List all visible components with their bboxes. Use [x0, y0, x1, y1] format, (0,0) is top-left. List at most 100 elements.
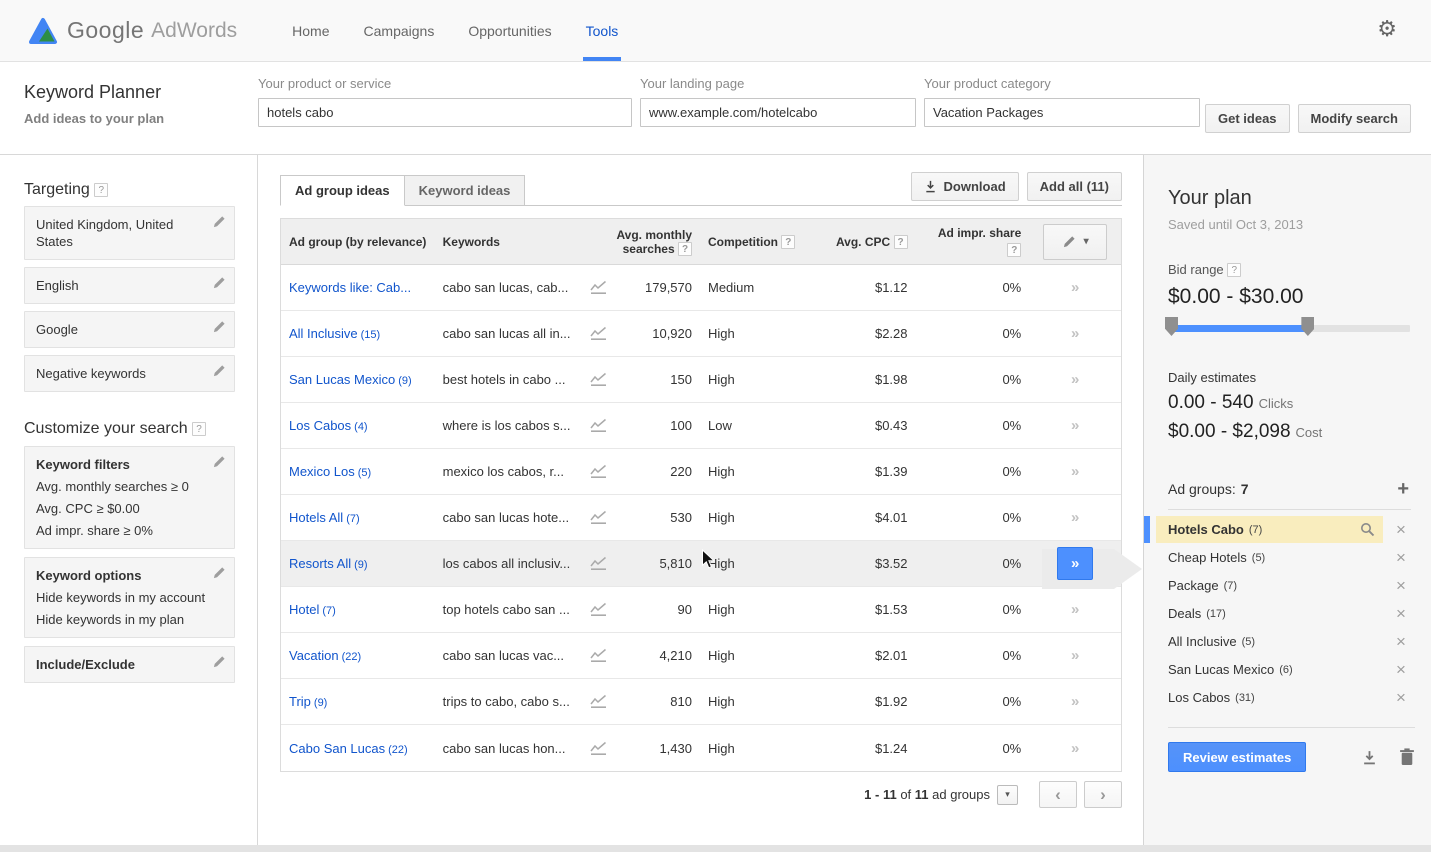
- bid-range-help-icon[interactable]: ?: [1227, 263, 1241, 277]
- plan-group-main[interactable]: Deals(17): [1156, 600, 1383, 627]
- competition-help-icon[interactable]: ?: [781, 235, 795, 249]
- table-row[interactable]: Hotels All(7)cabo san lucas hote...530Hi…: [281, 495, 1121, 541]
- ad-group-link[interactable]: Trip(9): [289, 694, 327, 709]
- gear-icon[interactable]: ⚙: [1377, 18, 1397, 40]
- pencil-icon[interactable]: [212, 364, 226, 378]
- customize-help-icon[interactable]: ?: [192, 422, 206, 436]
- plan-group-row[interactable]: Cheap Hotels(5)×: [1156, 544, 1411, 571]
- next-page-button[interactable]: ›: [1084, 781, 1122, 808]
- tab-keyword-ideas[interactable]: Keyword ideas: [405, 175, 526, 206]
- chart-icon[interactable]: [590, 741, 607, 756]
- add-to-plan-chevrons[interactable]: »: [1071, 417, 1079, 434]
- plan-group-main[interactable]: Cheap Hotels(5): [1156, 544, 1383, 571]
- chart-icon[interactable]: [590, 372, 607, 387]
- remove-group-icon[interactable]: ×: [1391, 577, 1411, 594]
- targeting-box[interactable]: United Kingdom, United States: [24, 206, 235, 260]
- slider-handle-min[interactable]: [1165, 317, 1178, 336]
- ad-group-link[interactable]: Mexico Los(5): [289, 464, 371, 479]
- download-button[interactable]: Download: [911, 172, 1019, 201]
- nav-item-tools[interactable]: Tools: [569, 0, 636, 61]
- targeting-box[interactable]: Google: [24, 311, 235, 348]
- product-service-input[interactable]: [258, 98, 632, 127]
- table-row[interactable]: Vacation(22)cabo san lucas vac...4,210Hi…: [281, 633, 1121, 679]
- remove-group-icon[interactable]: ×: [1391, 605, 1411, 622]
- table-row[interactable]: Mexico Los(5)mexico los cabos, r...220Hi…: [281, 449, 1121, 495]
- remove-group-icon[interactable]: ×: [1391, 633, 1411, 650]
- remove-group-icon[interactable]: ×: [1391, 661, 1411, 678]
- plan-group-row[interactable]: Los Cabos(31) ×: [1156, 684, 1411, 711]
- chart-icon[interactable]: [590, 280, 607, 295]
- pencil-icon[interactable]: [212, 215, 226, 229]
- adwords-logo[interactable]: Google AdWords: [28, 17, 237, 45]
- plan-group-row[interactable]: Package(7) ×: [1156, 572, 1411, 599]
- remove-group-icon[interactable]: ×: [1391, 521, 1411, 538]
- chart-icon[interactable]: [590, 326, 607, 341]
- searches-help-icon[interactable]: ?: [678, 242, 692, 256]
- plan-group-row[interactable]: All Inclusive(5) ×: [1156, 628, 1411, 655]
- ad-group-link[interactable]: San Lucas Mexico(9): [289, 372, 412, 387]
- add-to-plan-chevrons[interactable]: »: [1071, 325, 1079, 342]
- table-row[interactable]: Keywords like: Cab...cabo san lucas, cab…: [281, 265, 1121, 311]
- ad-group-link[interactable]: Cabo San Lucas(22): [289, 741, 408, 756]
- chart-icon[interactable]: [590, 464, 607, 479]
- table-row[interactable]: Cabo San Lucas(22)cabo san lucas hon...1…: [281, 725, 1121, 771]
- add-to-plan-chevrons[interactable]: »: [1071, 693, 1079, 710]
- landing-page-input[interactable]: [640, 98, 916, 127]
- remove-group-icon[interactable]: ×: [1391, 689, 1411, 706]
- plan-group-main[interactable]: San Lucas Mexico(6): [1156, 656, 1383, 683]
- plan-download-icon[interactable]: [1362, 750, 1377, 765]
- get-ideas-button[interactable]: Get ideas: [1205, 104, 1290, 133]
- plan-group-main[interactable]: Package(7): [1156, 572, 1383, 599]
- bid-range-slider[interactable]: [1168, 325, 1410, 332]
- plan-group-row[interactable]: Deals(17) ×: [1156, 600, 1411, 627]
- add-to-plan-chevrons[interactable]: »: [1071, 279, 1079, 296]
- ad-group-link[interactable]: All Inclusive(15): [289, 326, 380, 341]
- ad-group-link[interactable]: Los Cabos(4): [289, 418, 368, 433]
- table-row[interactable]: Resorts All(9)los cabos all inclusiv...5…: [281, 541, 1121, 587]
- page-size-dropdown[interactable]: ▾: [997, 785, 1018, 805]
- ad-group-link[interactable]: Vacation(22): [289, 648, 361, 663]
- add-to-plan-chevrons[interactable]: »: [1071, 647, 1079, 664]
- nav-item-home[interactable]: Home: [275, 0, 346, 61]
- add-all-button[interactable]: Add all (11): [1027, 172, 1122, 201]
- chart-icon[interactable]: [590, 602, 607, 617]
- previous-page-button[interactable]: ‹: [1039, 781, 1077, 808]
- plan-group-main[interactable]: Los Cabos(31): [1156, 684, 1383, 711]
- add-to-plan-button[interactable]: »: [1057, 547, 1093, 580]
- ad-group-link[interactable]: Hotel(7): [289, 602, 336, 617]
- ad-group-link[interactable]: Keywords like: Cab...: [289, 280, 411, 295]
- impr-share-help-icon[interactable]: ?: [1007, 243, 1021, 257]
- plan-group-main[interactable]: All Inclusive(5): [1156, 628, 1383, 655]
- review-estimates-button[interactable]: Review estimates: [1168, 742, 1306, 772]
- table-row[interactable]: All Inclusive(15)cabo san lucas all in..…: [281, 311, 1121, 357]
- chart-icon[interactable]: [590, 510, 607, 525]
- add-to-plan-chevrons[interactable]: »: [1071, 371, 1079, 388]
- pencil-icon[interactable]: [212, 276, 226, 290]
- add-to-plan-chevrons[interactable]: »: [1071, 463, 1079, 480]
- nav-item-opportunities[interactable]: Opportunities: [451, 0, 568, 61]
- table-row[interactable]: Hotel(7)top hotels cabo san ...90High$1.…: [281, 587, 1121, 633]
- slider-handle-max[interactable]: [1301, 317, 1314, 336]
- table-row[interactable]: Trip(9)trips to cabo, cabo s...810High$1…: [281, 679, 1121, 725]
- pencil-icon[interactable]: [212, 320, 226, 334]
- nav-item-campaigns[interactable]: Campaigns: [347, 0, 452, 61]
- chart-icon[interactable]: [590, 694, 607, 709]
- targeting-help-icon[interactable]: ?: [94, 183, 108, 197]
- add-to-plan-chevrons[interactable]: »: [1071, 601, 1079, 618]
- magnifier-icon[interactable]: [1360, 522, 1375, 537]
- ad-group-link[interactable]: Hotels All(7): [289, 510, 360, 525]
- add-ad-group-button[interactable]: +: [1397, 479, 1409, 499]
- chart-icon[interactable]: [590, 556, 607, 571]
- product-category-input[interactable]: [924, 98, 1200, 127]
- plan-group-row[interactable]: Hotels Cabo(7)×: [1156, 516, 1411, 543]
- modify-search-button[interactable]: Modify search: [1298, 104, 1411, 133]
- column-edit-button[interactable]: ▾: [1043, 224, 1107, 260]
- table-row[interactable]: Los Cabos(4)where is los cabos s...100Lo…: [281, 403, 1121, 449]
- targeting-box[interactable]: English: [24, 267, 235, 304]
- trash-icon[interactable]: [1399, 748, 1415, 766]
- pencil-icon[interactable]: [212, 655, 226, 669]
- pencil-icon[interactable]: [212, 566, 226, 580]
- pencil-icon[interactable]: [212, 455, 226, 469]
- add-to-plan-chevrons[interactable]: »: [1071, 509, 1079, 526]
- tab-ad-group-ideas[interactable]: Ad group ideas: [280, 175, 405, 206]
